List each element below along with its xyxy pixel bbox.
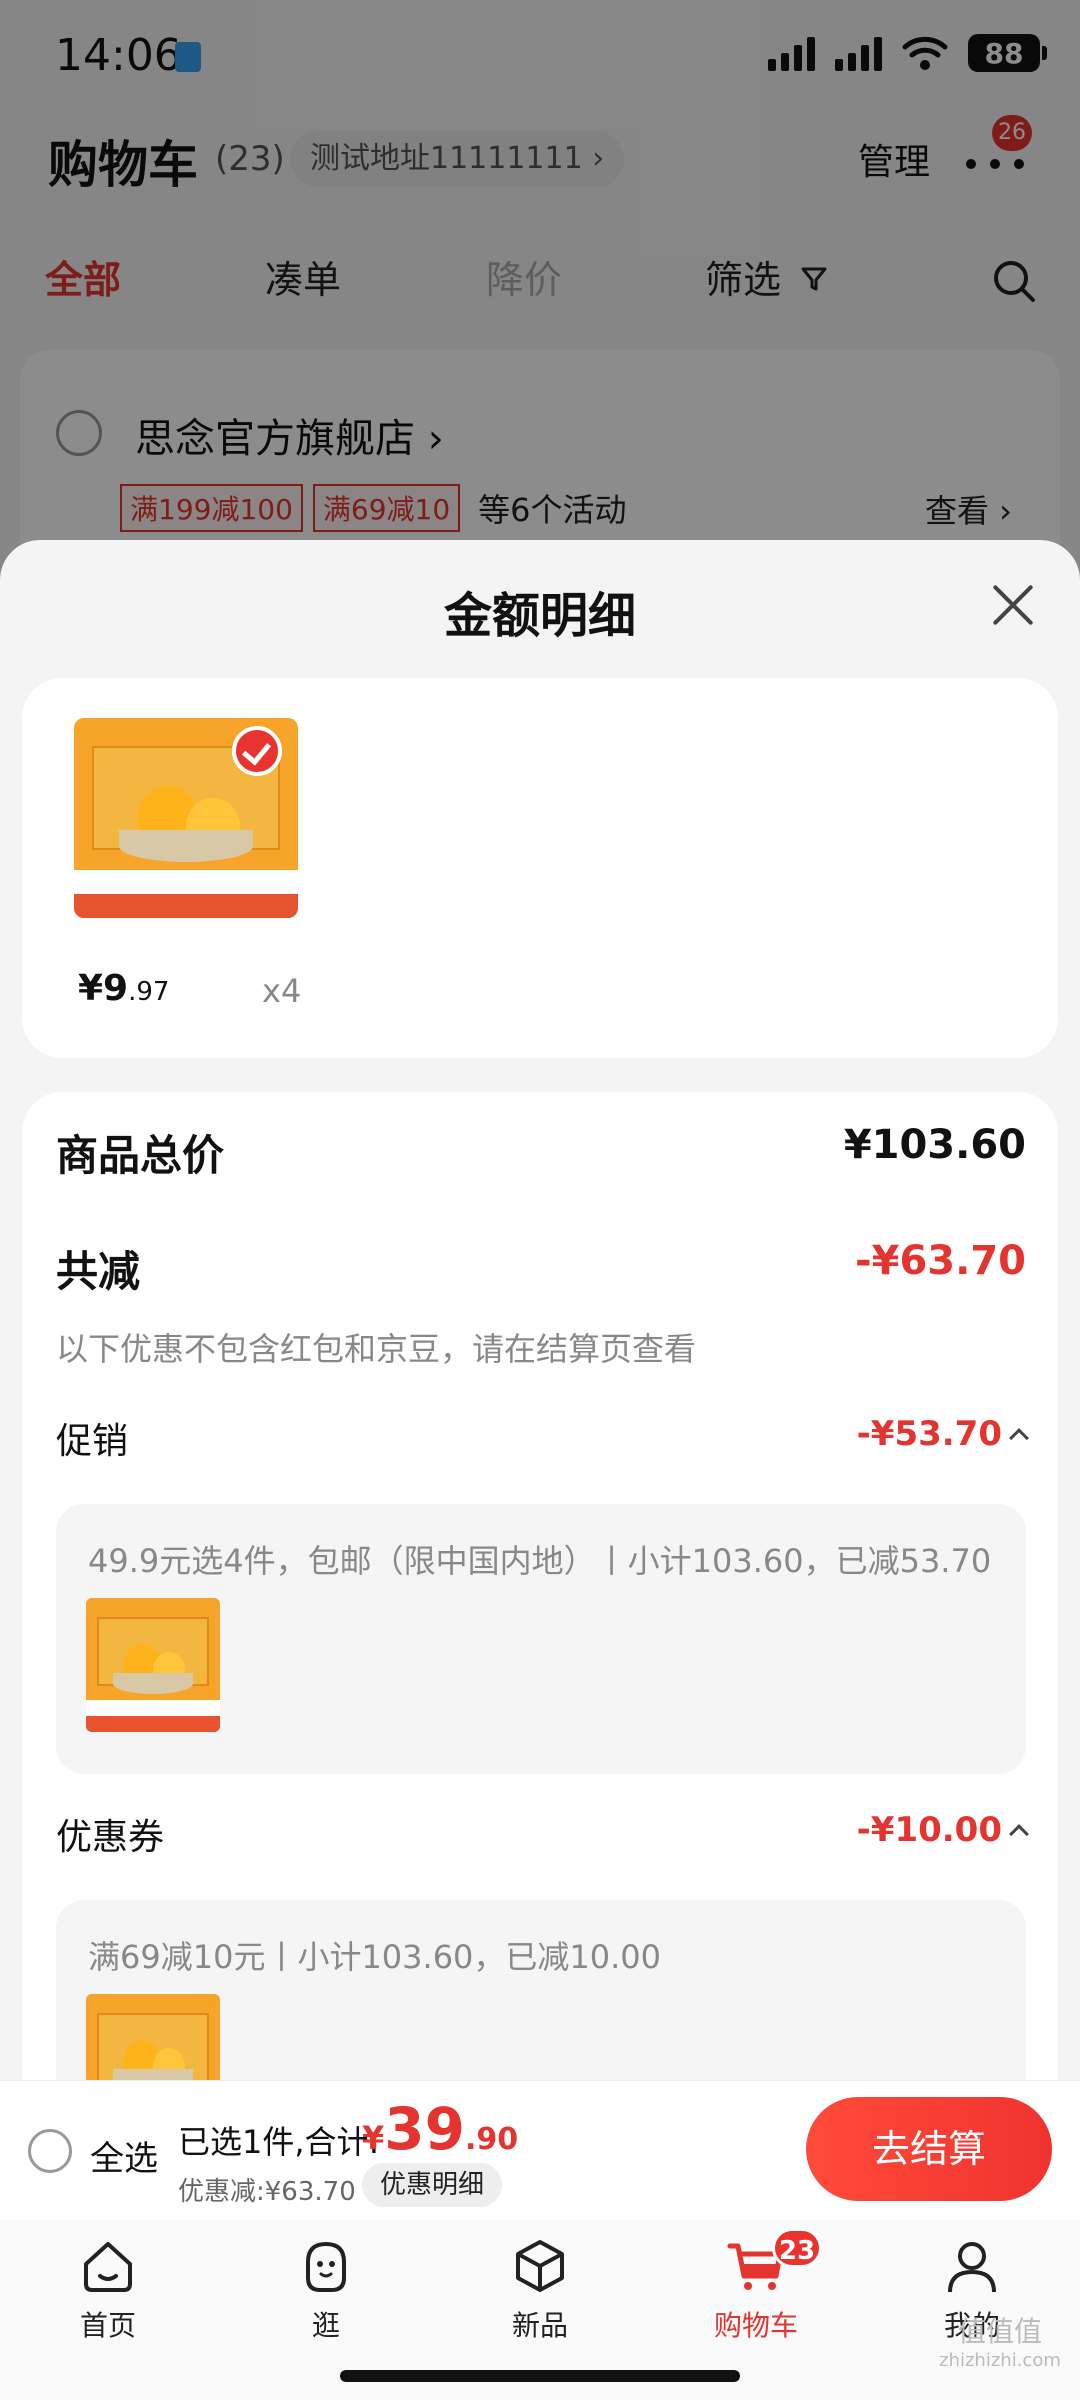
total-price-label: 商品总价 [56, 1131, 225, 1180]
cube-icon [516, 2240, 564, 2292]
home-indicator[interactable] [340, 2370, 740, 2382]
select-all-label[interactable]: 全选 [90, 2131, 158, 2180]
discount-summary: 优惠减:¥63.70 [178, 2177, 356, 2207]
tabbar-label: 逛 [311, 2309, 340, 2342]
tabbar-home[interactable]: 首页 [28, 2234, 188, 2344]
select-all-radio[interactable] [28, 2129, 72, 2173]
promotion-product-thumbnail [86, 1598, 220, 1732]
promotion-label: 促销 [56, 1421, 129, 1462]
reduction-label: 共减 [56, 1247, 141, 1296]
coupon-toggle[interactable]: -¥10.00 [856, 1810, 1029, 1850]
chevron-up-icon [1009, 1824, 1029, 1844]
amount-detail-sheet: 金额明细 ¥9.97 x4 商品总价 ¥103.60 共减 -¥63.70 以下… [0, 540, 1080, 2080]
amount-detail-card: 商品总价 ¥103.60 共减 -¥63.70 以下优惠不包含红包和京豆，请在结… [22, 1092, 1058, 2080]
tabbar-label: 首页 [79, 2309, 136, 2342]
product-price: ¥9.97 [78, 968, 170, 1009]
product-card: ¥9.97 x4 [22, 678, 1058, 1058]
promotion-value: -¥53.70 [856, 1414, 1002, 1454]
chevron-up-icon [1009, 1428, 1029, 1448]
total-price-value: ¥103.60 [843, 1122, 1026, 1168]
promotion-toggle[interactable]: -¥53.70 [856, 1414, 1029, 1454]
checkout-bar: 全选 已选1件,合计: ¥39.90 优惠减:¥63.70 优惠明细 去结算 [0, 2080, 1080, 2220]
coupon-label: 优惠券 [56, 1817, 165, 1858]
reduction-value: -¥63.70 [855, 1238, 1026, 1284]
tabbar-stroll[interactable]: 逛 [246, 2234, 406, 2344]
reduction-note: 以下优惠不包含红包和京豆，请在结算页查看 [56, 1330, 697, 1368]
coupon-detail-box: 满69减10元丨小计103.60，已减10.00 [56, 1900, 1026, 2080]
sheet-title: 金额明细 [443, 588, 636, 644]
close-icon[interactable] [990, 582, 1036, 628]
cart-badge: 23 [772, 2228, 822, 2268]
promotion-detail-box: 49.9元选4件，包邮（限中国内地）丨小计103.60，已减53.70 [56, 1504, 1026, 1774]
total-amount: ¥39.90 [362, 2095, 519, 2163]
selected-summary: 已选1件,合计: [178, 2123, 380, 2161]
selected-check-icon [232, 726, 282, 776]
coupon-detail-text: 满69减10元丨小计103.60，已减10.00 [88, 1938, 662, 1976]
coupon-product-thumbnail [86, 1994, 220, 2080]
tabbar-label: 新品 [511, 2309, 568, 2342]
discount-detail-button[interactable]: 优惠明细 [362, 2163, 503, 2207]
product-quantity: x4 [262, 972, 302, 1010]
home-icon [84, 2242, 132, 2292]
stroll-icon [306, 2241, 346, 2292]
tabbar-label: 购物车 [713, 2309, 798, 2342]
checkout-button[interactable]: 去结算 [806, 2097, 1052, 2201]
promotion-detail-text: 49.9元选4件，包邮（限中国内地）丨小计103.60，已减53.70 [88, 1542, 992, 1580]
tabbar-cart[interactable]: 购物车 23 [676, 2228, 836, 2344]
coupon-value: -¥10.00 [856, 1810, 1002, 1850]
watermark: 值值值 zhizhizhi.com [939, 2315, 1061, 2371]
profile-icon [948, 2242, 996, 2293]
tabbar-new[interactable]: 新品 [460, 2234, 620, 2344]
